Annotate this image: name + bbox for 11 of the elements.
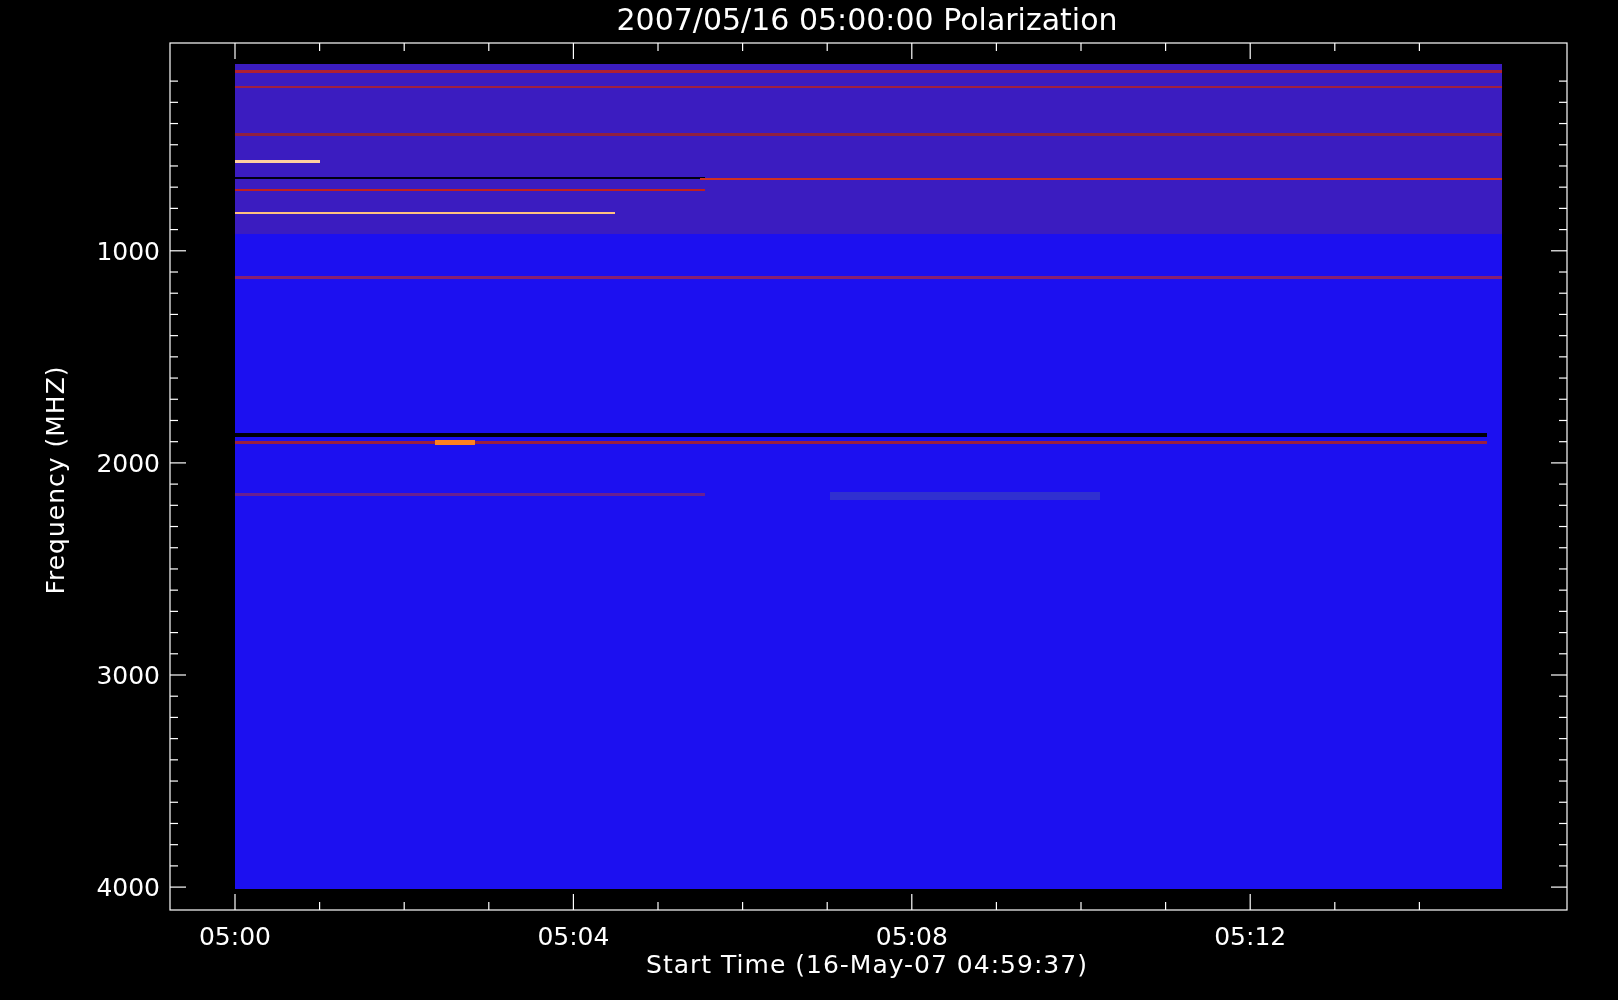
axis-tick-label: 4000: [96, 873, 160, 903]
axis-tick-label: 3000: [96, 661, 160, 690]
axis-tick-label: 05:12: [1214, 922, 1287, 951]
plot-title: 2007/05/16 05:00:00 Polarization: [616, 2, 1118, 37]
axis-title: Frequency (MHZ): [41, 365, 70, 595]
axis-tick-label: 2000: [96, 448, 160, 478]
axis-tick-label: 05:04: [537, 922, 610, 951]
axis-tick-label: 05:00: [199, 922, 271, 951]
axis-tick-label: 05:08: [875, 922, 948, 951]
axis-tick-label: 1000: [96, 236, 160, 266]
axis-title: Start Time (16-May-07 04:59:37): [646, 950, 1088, 979]
